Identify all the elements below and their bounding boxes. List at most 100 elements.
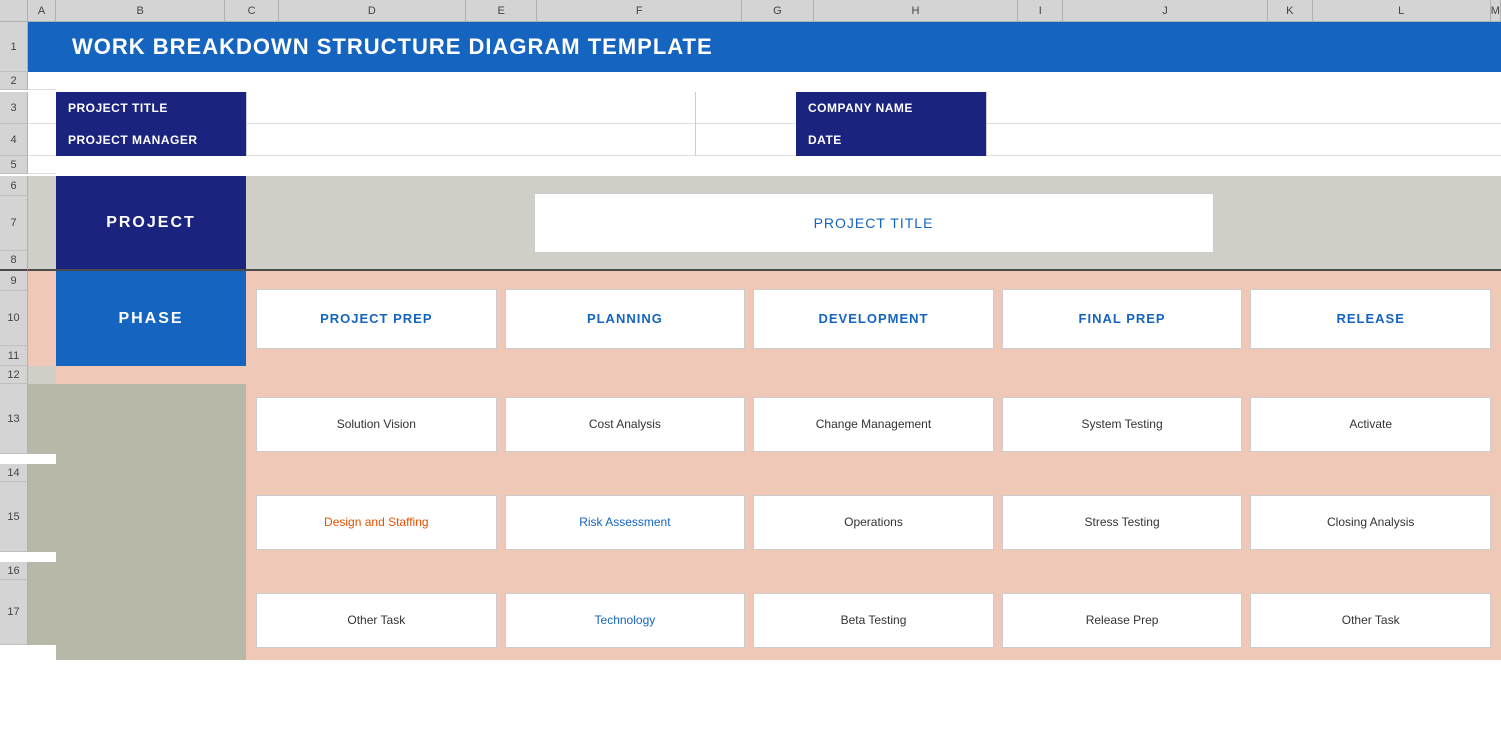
task-label-col-2	[56, 482, 246, 562]
project-manager-label: PROJECT MANAGER	[56, 124, 246, 156]
project-title-display[interactable]: PROJECT TITLE	[534, 193, 1214, 253]
row-num-17: 17	[0, 580, 28, 645]
col-header-l: L	[1313, 0, 1491, 21]
task-items-1: Solution Vision Cost Analysis Change Man…	[246, 384, 1501, 464]
row-num-5: 5	[0, 156, 28, 174]
spacer-row-2	[56, 72, 1501, 92]
column-headers: A B C D E F G H I J K L M	[0, 0, 1501, 22]
col-a-17	[28, 580, 56, 645]
row-num-1: 1	[0, 22, 28, 72]
main-title: WORK BREAKDOWN STRUCTURE DIAGRAM TEMPLAT…	[72, 34, 713, 60]
col-a-16	[28, 562, 56, 580]
task-technology[interactable]: Technology	[505, 593, 746, 648]
col-a-1	[28, 22, 56, 72]
date-value[interactable]	[986, 124, 1501, 156]
info-row-3: PROJECT TITLE COMPANY NAME	[56, 92, 1501, 124]
phase-section-wrapper: 9 10 11 PHASE PROJECT PREP PLANNING DEVE…	[0, 271, 1501, 366]
project-title-area: PROJECT TITLE	[246, 176, 1501, 269]
col-a-3	[28, 92, 56, 124]
row-num-11: 11	[0, 346, 28, 366]
phase-final-prep[interactable]: FINAL PREP	[1002, 289, 1243, 349]
task-label-spacer-16	[56, 562, 246, 580]
col-a-9-11	[28, 271, 56, 366]
row-1: 1 WORK BREAKDOWN STRUCTURE DIAGRAM TEMPL…	[0, 22, 1501, 72]
task-row-1: Solution Vision Cost Analysis Change Man…	[56, 384, 1501, 464]
row-num-13: 13	[0, 384, 28, 454]
spacer-4	[696, 124, 796, 156]
task-beta-testing[interactable]: Beta Testing	[753, 593, 994, 648]
row-16: 16	[0, 562, 1501, 580]
task-items-2: Design and Staffing Risk Assessment Oper…	[246, 482, 1501, 562]
task-other-task-2[interactable]: Other Task	[1250, 593, 1491, 648]
col-a-6-8	[28, 176, 56, 271]
phase-section: PHASE PROJECT PREP PLANNING DEVELOPMENT …	[56, 271, 1501, 366]
col-header-k: K	[1268, 0, 1313, 21]
task-label-spacer-14	[56, 464, 246, 482]
spreadsheet: A B C D E F G H I J K L M 1 WORK BREAKDO…	[0, 0, 1501, 735]
task-solution-vision[interactable]: Solution Vision	[256, 397, 497, 452]
company-name-label: COMPANY NAME	[796, 92, 986, 124]
task-row-2: Design and Staffing Risk Assessment Oper…	[56, 482, 1501, 562]
spacer-3	[696, 92, 796, 124]
task-release-prep[interactable]: Release Prep	[1002, 593, 1243, 648]
col-header-m: M	[1491, 0, 1501, 21]
phase-planning[interactable]: PLANNING	[505, 289, 746, 349]
spacer-row-14	[56, 464, 1501, 482]
task-row-3: Other Task Technology Beta Testing Relea…	[56, 580, 1501, 660]
row-num-4: 4	[0, 124, 28, 156]
row-num-6: 6	[0, 176, 28, 196]
task-design-staffing[interactable]: Design and Staffing	[256, 495, 497, 550]
row-num-3: 3	[0, 92, 28, 124]
company-name-value[interactable]	[986, 92, 1501, 124]
phase-project-prep[interactable]: PROJECT PREP	[256, 289, 497, 349]
row-nums-9-11: 9 10 11	[0, 271, 28, 366]
task-items-3: Other Task Technology Beta Testing Relea…	[246, 580, 1501, 660]
row-num-12: 12	[0, 366, 28, 384]
project-title-value[interactable]	[246, 92, 696, 124]
spacer-row-16	[56, 562, 1501, 580]
row-num-2: 2	[0, 72, 28, 90]
row-num-9: 9	[0, 271, 28, 291]
row-num-14: 14	[0, 464, 28, 482]
task-operations[interactable]: Operations	[753, 495, 994, 550]
task-other-task-1[interactable]: Other Task	[256, 593, 497, 648]
phase-release[interactable]: RELEASE	[1250, 289, 1491, 349]
task-cost-analysis[interactable]: Cost Analysis	[505, 397, 746, 452]
project-label: PROJECT	[56, 176, 246, 269]
row-13: 13 Solution Vision Cost Analysis Change …	[0, 384, 1501, 464]
col-a-12	[28, 366, 56, 384]
col-header-e: E	[466, 0, 537, 21]
row-17: 17 Other Task Technology Beta Testing Re…	[0, 580, 1501, 660]
task-risk-assessment[interactable]: Risk Assessment	[505, 495, 746, 550]
phase-items: PROJECT PREP PLANNING DEVELOPMENT FINAL …	[246, 271, 1501, 366]
col-header-c: C	[225, 0, 279, 21]
title-banner: WORK BREAKDOWN STRUCTURE DIAGRAM TEMPLAT…	[56, 22, 1501, 72]
task-stress-testing[interactable]: Stress Testing	[1002, 495, 1243, 550]
col-header-b: B	[56, 0, 225, 21]
spacer-row-5	[56, 156, 1501, 176]
row-num-10: 10	[0, 291, 28, 346]
row-num-8: 8	[0, 251, 28, 271]
project-title-label: PROJECT TITLE	[56, 92, 246, 124]
task-closing-analysis[interactable]: Closing Analysis	[1250, 495, 1491, 550]
row-12: 12	[0, 366, 1501, 384]
date-label: DATE	[796, 124, 986, 156]
row-num-16: 16	[0, 562, 28, 580]
col-header-a: A	[28, 0, 56, 21]
phase-development[interactable]: DEVELOPMENT	[753, 289, 994, 349]
row-15: 15 Design and Staffing Risk Assessment O…	[0, 482, 1501, 562]
col-header-j: J	[1063, 0, 1268, 21]
task-system-testing[interactable]: System Testing	[1002, 397, 1243, 452]
col-a-2	[28, 72, 56, 90]
spacer-row-12	[56, 366, 1501, 384]
row-num-15: 15	[0, 482, 28, 552]
phase-label: PHASE	[56, 271, 246, 366]
col-header-d: D	[279, 0, 466, 21]
project-manager-value[interactable]	[246, 124, 696, 156]
info-row-4: PROJECT MANAGER DATE	[56, 124, 1501, 156]
task-change-management[interactable]: Change Management	[753, 397, 994, 452]
col-header-h: H	[814, 0, 1019, 21]
col-a-14	[28, 464, 56, 482]
task-activate[interactable]: Activate	[1250, 397, 1491, 452]
row-nums-6-8: 6 7 8	[0, 176, 28, 271]
